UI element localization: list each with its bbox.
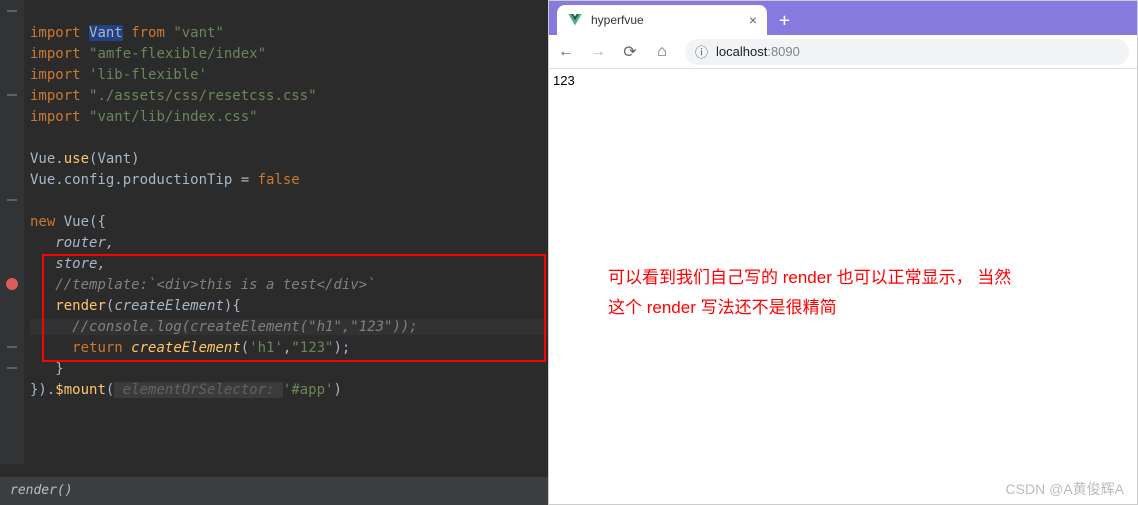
watermark: CSDN @A黄俊辉A bbox=[1006, 479, 1124, 499]
url-input[interactable]: ⓘ localhost:8090 bbox=[685, 39, 1129, 65]
fold-marker[interactable] bbox=[7, 367, 17, 369]
fold-marker[interactable] bbox=[7, 199, 17, 201]
back-icon[interactable]: ← bbox=[557, 43, 575, 61]
breakpoint-icon[interactable] bbox=[6, 278, 18, 290]
browser-window: hyperfvue × + ← → ⟳ ⌂ ⓘ localhost:8090 1… bbox=[548, 0, 1138, 505]
browser-address-bar: ← → ⟳ ⌂ ⓘ localhost:8090 bbox=[549, 35, 1137, 69]
tab-title: hyperfvue bbox=[591, 13, 644, 27]
status-text: render() bbox=[10, 483, 73, 498]
new-tab-button[interactable]: + bbox=[767, 5, 802, 35]
fold-marker[interactable] bbox=[7, 346, 17, 348]
editor-gutter bbox=[0, 0, 24, 464]
close-icon[interactable]: × bbox=[749, 12, 757, 28]
annotation-text: 可以看到我们自己写的 render 也可以正常显示， 当然 这个 render … bbox=[608, 263, 1108, 323]
url-host: localhost bbox=[716, 44, 767, 59]
page-body: 123 bbox=[549, 69, 1137, 92]
fold-marker[interactable] bbox=[7, 94, 17, 96]
browser-tab[interactable]: hyperfvue × bbox=[557, 5, 767, 35]
url-port: :8090 bbox=[767, 44, 800, 59]
info-icon[interactable]: ⓘ bbox=[695, 42, 708, 61]
vue-logo-icon bbox=[567, 12, 583, 28]
code-content[interactable]: import Vant from "vant" import "amfe-fle… bbox=[0, 0, 548, 422]
browser-tab-strip: hyperfvue × + bbox=[549, 1, 1137, 35]
editor-status-bar: render() bbox=[0, 477, 548, 505]
fold-marker[interactable] bbox=[7, 10, 17, 12]
page-output: 123 bbox=[553, 73, 575, 88]
home-icon[interactable]: ⌂ bbox=[653, 43, 671, 61]
code-editor[interactable]: import Vant from "vant" import "amfe-fle… bbox=[0, 0, 548, 505]
reload-icon[interactable]: ⟳ bbox=[621, 42, 639, 62]
forward-icon[interactable]: → bbox=[589, 43, 607, 61]
